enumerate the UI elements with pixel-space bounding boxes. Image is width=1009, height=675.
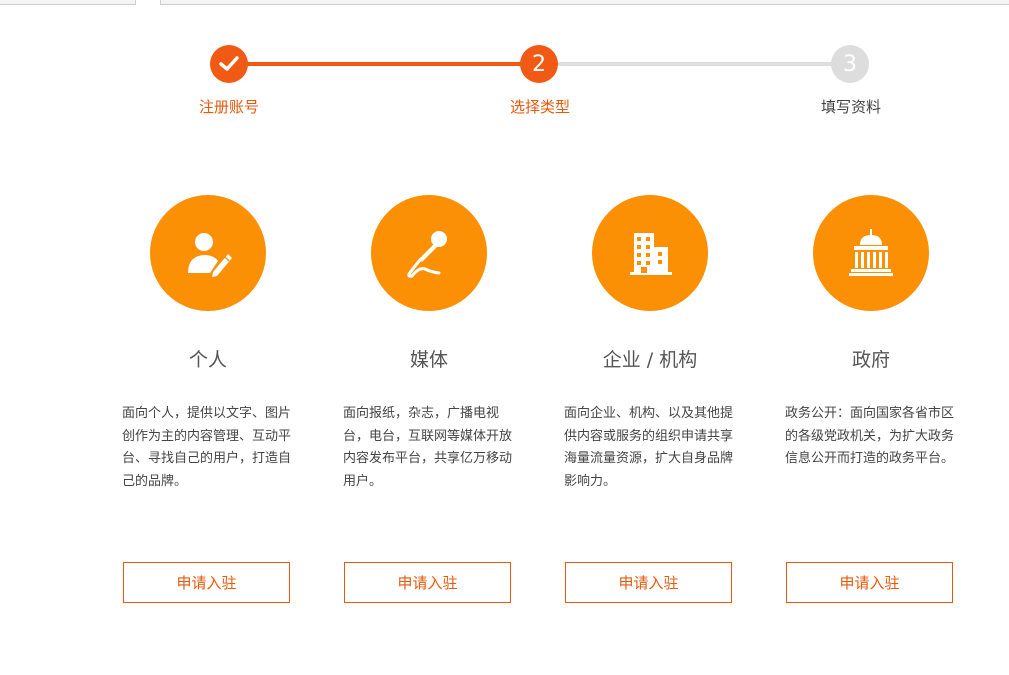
person-edit-icon bbox=[188, 233, 232, 277]
card-description: 政务公开：面向国家各省市区的各级党政机关，为扩大政务信息公开而打造的政务平台。 bbox=[785, 406, 955, 466]
step-2-label: 选择类型 bbox=[509, 98, 570, 116]
step-connector-completed bbox=[246, 62, 521, 66]
government-building-icon bbox=[849, 229, 893, 276]
card-description: 面向报纸，杂志，广播电视台，电台，互联网等媒体开放内容发布平台，共享亿万移动用户… bbox=[343, 406, 513, 489]
apply-button-government[interactable]: 申请入驻 bbox=[786, 562, 953, 603]
apply-button-media[interactable]: 申请入驻 bbox=[344, 562, 511, 603]
building-icon bbox=[630, 233, 672, 275]
step-connector-pending bbox=[557, 62, 832, 66]
card-description: 面向企业、机构、以及其他提供内容或服务的组织申请共享海量流量资源，扩大自身品牌影… bbox=[564, 406, 734, 489]
step-3-label: 填写资料 bbox=[820, 98, 881, 116]
browser-top-edge bbox=[0, 0, 1009, 8]
step-3-indicator: 3 bbox=[831, 45, 869, 83]
apply-button-enterprise[interactable]: 申请入驻 bbox=[565, 562, 732, 603]
apply-button-personal[interactable]: 申请入驻 bbox=[123, 562, 290, 603]
step-2-indicator: 2 bbox=[520, 45, 558, 83]
step-1-label: 注册账号 bbox=[198, 98, 259, 116]
card-title: 政府 bbox=[851, 349, 890, 371]
browser-address-bar[interactable] bbox=[160, 0, 1009, 5]
media-icon-circle bbox=[371, 195, 487, 311]
browser-tab[interactable] bbox=[0, 0, 136, 5]
card-title: 个人 bbox=[188, 349, 227, 371]
enterprise-icon-circle bbox=[592, 195, 708, 311]
card-title: 企业 / 机构 bbox=[602, 349, 698, 371]
card-title: 媒体 bbox=[409, 349, 448, 371]
check-icon bbox=[219, 56, 239, 71]
card-description: 面向个人，提供以文字、图片创作为主的内容管理、互动平台、寻找自己的用户，打造自己… bbox=[122, 406, 292, 489]
step-1-indicator bbox=[210, 45, 248, 83]
personal-icon-circle bbox=[150, 195, 266, 311]
government-icon-circle bbox=[813, 195, 929, 311]
microphone-icon bbox=[407, 231, 447, 278]
